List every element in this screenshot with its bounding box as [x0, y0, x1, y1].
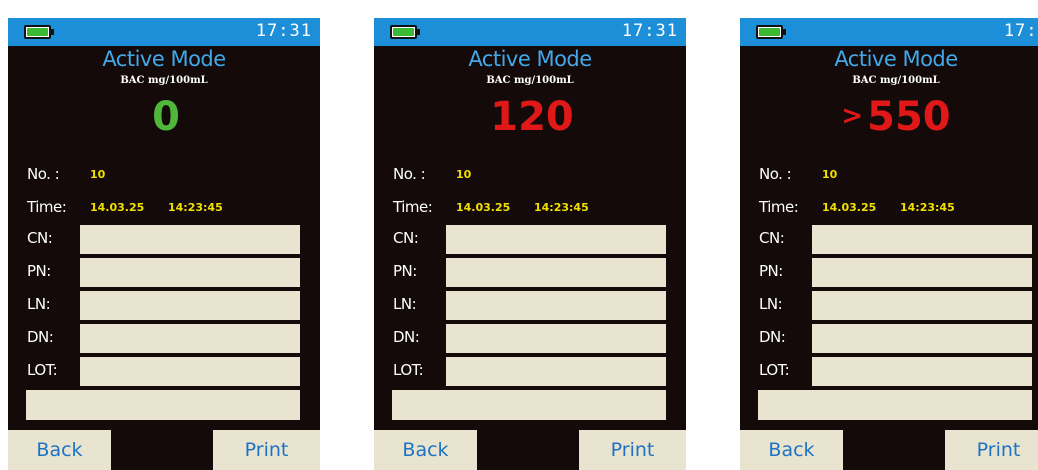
- test-number-label: No. :: [27, 165, 60, 183]
- bac-reading: 0: [8, 86, 320, 146]
- time-clock-value: 14:23:45: [900, 201, 955, 214]
- lot-label: LOT:: [759, 361, 790, 379]
- ln-label: LN:: [393, 295, 417, 313]
- pn-field[interactable]: [446, 258, 666, 287]
- cn-label: CN:: [27, 229, 53, 247]
- dn-field[interactable]: [812, 324, 1032, 353]
- extra-field[interactable]: [758, 390, 1032, 420]
- device-screen: 17:31 Active Mode BAC mg/100mL 120 No. :…: [374, 18, 686, 470]
- dn-label: DN:: [393, 328, 420, 346]
- time-date-value: 14.03.25: [822, 201, 877, 214]
- status-bar: 17:31: [374, 18, 686, 46]
- battery-level-fill: [27, 28, 48, 36]
- reading-value: 0: [152, 94, 180, 140]
- measurement-unit: BAC mg/100mL: [852, 75, 940, 86]
- print-button[interactable]: Print: [945, 430, 1038, 470]
- lot-field[interactable]: [812, 357, 1032, 386]
- ln-label: LN:: [759, 295, 783, 313]
- cn-label: CN:: [393, 229, 419, 247]
- bac-reading: >550: [740, 86, 1038, 146]
- dn-field[interactable]: [446, 324, 666, 353]
- time-label: Time:: [393, 198, 433, 216]
- battery-tip: [51, 29, 54, 35]
- ln-field[interactable]: [446, 291, 666, 320]
- ln-field[interactable]: [812, 291, 1032, 320]
- cn-field[interactable]: [446, 225, 666, 254]
- reading-prefix: >: [841, 101, 864, 131]
- test-number-label: No. :: [393, 165, 426, 183]
- battery-icon: [24, 25, 51, 39]
- test-number-value: 10: [90, 168, 106, 181]
- cn-field[interactable]: [812, 225, 1032, 254]
- battery-tip: [783, 29, 786, 35]
- back-button[interactable]: Back: [740, 430, 843, 470]
- reading-value: 550: [867, 94, 951, 140]
- dn-label: DN:: [759, 328, 786, 346]
- print-button[interactable]: Print: [213, 430, 320, 470]
- status-clock: 17:31: [255, 21, 312, 41]
- battery-tip: [417, 29, 420, 35]
- status-clock: 17:31: [1003, 21, 1038, 41]
- device-screen: 17:31 Active Mode BAC mg/100mL 0 No. : 1…: [8, 18, 320, 470]
- dn-label: DN:: [27, 328, 54, 346]
- battery-level-fill: [759, 28, 780, 36]
- reading-value: 120: [490, 94, 574, 140]
- time-date-value: 14.03.25: [456, 201, 511, 214]
- back-button[interactable]: Back: [374, 430, 477, 470]
- time-clock-value: 14:23:45: [168, 201, 223, 214]
- bac-reading: 120: [374, 86, 686, 146]
- time-date-value: 14.03.25: [90, 201, 145, 214]
- lot-label: LOT:: [393, 361, 424, 379]
- measurement-unit: BAC mg/100mL: [120, 75, 208, 86]
- time-clock-value: 14:23:45: [534, 201, 589, 214]
- time-label: Time:: [759, 198, 799, 216]
- mode-title: Active Mode: [834, 47, 958, 71]
- pn-label: PN:: [27, 262, 51, 280]
- pn-field[interactable]: [80, 258, 300, 287]
- time-label: Time:: [27, 198, 67, 216]
- pn-field[interactable]: [812, 258, 1032, 287]
- extra-field[interactable]: [26, 390, 300, 420]
- cn-label: CN:: [759, 229, 785, 247]
- battery-icon: [756, 25, 783, 39]
- test-number-value: 10: [822, 168, 838, 181]
- pn-label: PN:: [393, 262, 417, 280]
- print-button[interactable]: Print: [579, 430, 686, 470]
- status-bar: 17:31: [8, 18, 320, 46]
- cn-field[interactable]: [80, 225, 300, 254]
- status-bar: 17:31: [740, 18, 1038, 46]
- lot-field[interactable]: [80, 357, 300, 386]
- ln-label: LN:: [27, 295, 51, 313]
- pn-label: PN:: [759, 262, 783, 280]
- device-screen: 17:31 Active Mode BAC mg/100mL >550 No. …: [740, 18, 1038, 470]
- measurement-unit: BAC mg/100mL: [486, 75, 574, 86]
- mode-title: Active Mode: [468, 47, 592, 71]
- extra-field[interactable]: [392, 390, 666, 420]
- test-number-value: 10: [456, 168, 472, 181]
- mode-title: Active Mode: [102, 47, 226, 71]
- lot-field[interactable]: [446, 357, 666, 386]
- test-number-label: No. :: [759, 165, 792, 183]
- status-clock: 17:31: [621, 21, 678, 41]
- battery-icon: [390, 25, 417, 39]
- dn-field[interactable]: [80, 324, 300, 353]
- battery-level-fill: [393, 28, 414, 36]
- back-button[interactable]: Back: [8, 430, 111, 470]
- ln-field[interactable]: [80, 291, 300, 320]
- lot-label: LOT:: [27, 361, 58, 379]
